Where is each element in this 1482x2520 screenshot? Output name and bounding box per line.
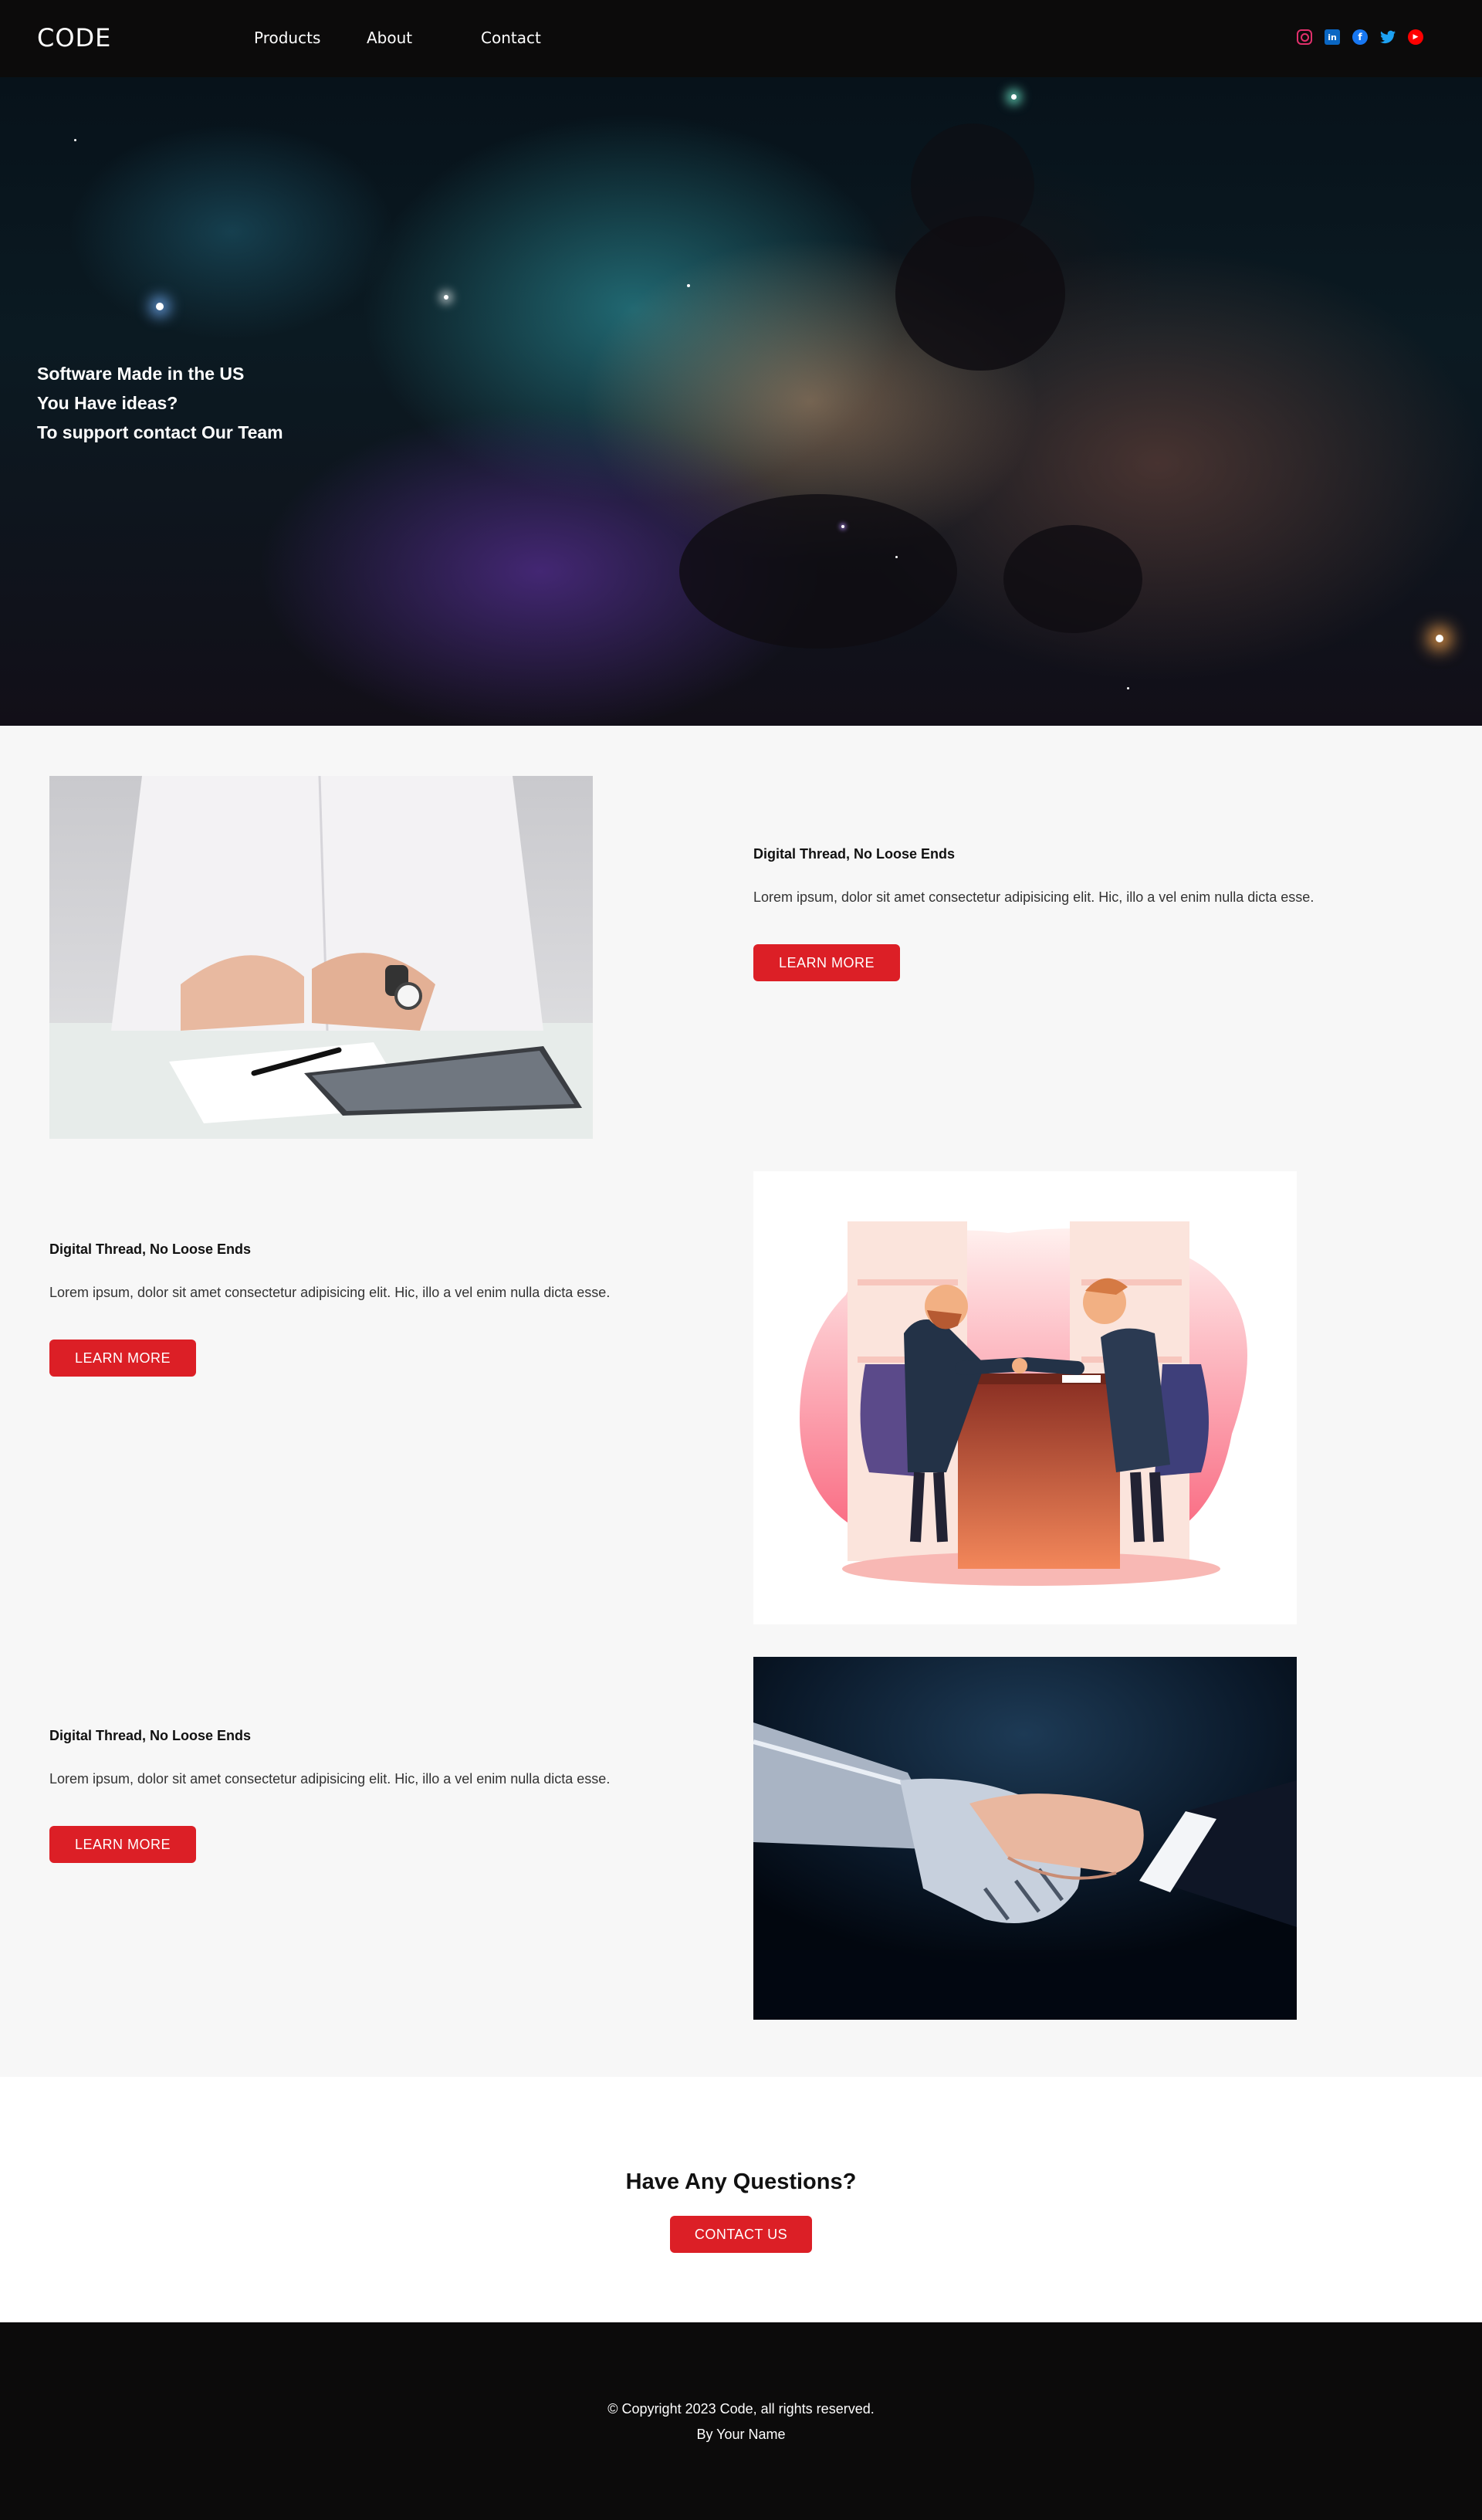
- handshake-illustration-image: [753, 1171, 1297, 1624]
- contact-us-button[interactable]: CONTACT US: [670, 2216, 812, 2253]
- feature-title: Digital Thread, No Loose Ends: [753, 846, 956, 862]
- star: [1436, 635, 1443, 642]
- facebook-icon[interactable]: f: [1352, 29, 1368, 45]
- questions-title: Have Any Questions?: [625, 2169, 857, 2194]
- feature-title: Digital Thread, No Loose Ends: [49, 1241, 252, 1257]
- nav-link-products[interactable]: Products: [254, 29, 320, 47]
- questions-section: Have Any Questions? CONTACT US: [0, 2077, 1482, 2322]
- instagram-icon[interactable]: [1297, 29, 1312, 45]
- hero-banner: Software Made in the US You Have ideas? …: [0, 77, 1482, 726]
- features-section: Digital Thread, No Loose Ends Lorem ipsu…: [0, 726, 1482, 2077]
- star: [156, 303, 164, 310]
- hero-line: To support contact Our Team: [37, 422, 283, 442]
- nebula-cloud: [911, 124, 1034, 247]
- learn-more-button[interactable]: LEARN MORE: [753, 944, 900, 981]
- star: [1127, 687, 1129, 689]
- logo[interactable]: CODE: [37, 23, 111, 52]
- star: [895, 556, 898, 558]
- hero-line: Software Made in the US: [37, 364, 245, 384]
- nav-link-about[interactable]: About: [367, 29, 412, 47]
- footer: © Copyright 2023 Code, all rights reserv…: [0, 2322, 1482, 2520]
- hero-headline: Software Made in the US You Have ideas? …: [37, 359, 283, 447]
- star: [444, 295, 448, 300]
- star: [841, 525, 844, 528]
- feature-text: Lorem ipsum, dolor sit amet consectetur …: [49, 1285, 611, 1300]
- footer-copyright: © Copyright 2023 Code, all rights reserv…: [607, 2401, 875, 2417]
- linkedin-icon[interactable]: in: [1325, 29, 1340, 45]
- feature-text: Lorem ipsum, dolor sit amet consectetur …: [49, 1771, 611, 1787]
- hero-line: You Have ideas?: [37, 393, 178, 413]
- top-nav: CODE Products About Contact in f ▶: [0, 0, 1482, 77]
- feature-text: Lorem ipsum, dolor sit amet consectetur …: [753, 889, 1315, 905]
- feature-title: Digital Thread, No Loose Ends: [49, 1728, 252, 1743]
- learn-more-button[interactable]: LEARN MORE: [49, 1340, 196, 1377]
- social-links: in f ▶: [1297, 29, 1423, 45]
- star: [74, 139, 76, 141]
- nebula-cloud: [679, 494, 957, 649]
- footer-byline: By Your Name: [696, 2427, 786, 2442]
- twitter-icon[interactable]: [1380, 29, 1396, 45]
- nav-link-contact[interactable]: Contact: [481, 29, 541, 47]
- star: [1011, 94, 1017, 100]
- youtube-icon[interactable]: ▶: [1408, 29, 1423, 45]
- nebula-cloud: [1003, 525, 1142, 633]
- robot-human-handshake-image: [753, 1657, 1297, 2020]
- businessman-hands-desk-image: [49, 776, 593, 1139]
- learn-more-button[interactable]: LEARN MORE: [49, 1826, 196, 1863]
- star: [687, 284, 690, 287]
